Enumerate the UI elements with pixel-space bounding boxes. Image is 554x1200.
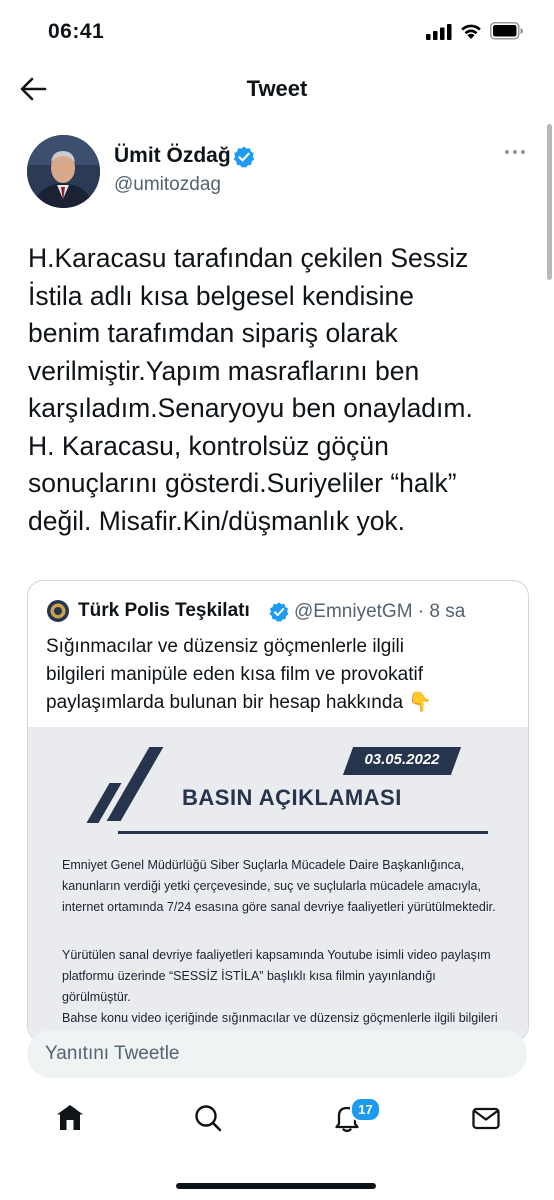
press-release-date: 03.05.2022 <box>364 751 440 768</box>
reply-placeholder: Yanıtını Tweetle <box>45 1043 180 1064</box>
page-title: Tweet <box>246 76 308 101</box>
quote-author-name: Türk Polis Teşkilatı <box>78 600 250 621</box>
press-release-paragraph: Emniyet Genel Müdürlüğü Siber Suçlarla M… <box>62 858 496 914</box>
battery-icon <box>490 22 523 40</box>
top-nav: Tweet <box>0 66 554 112</box>
title-underline <box>118 831 488 834</box>
press-release-title: BASIN AÇIKLAMASI <box>182 785 402 810</box>
quoted-tweet[interactable]: Türk Polis Teşkilatı @EmniyetGM · 8 sa S… <box>27 580 529 1042</box>
notifications-count-badge: 17 <box>350 1097 381 1122</box>
reply-input[interactable]: Yanıtını Tweetle <box>27 1030 527 1078</box>
home-indicator <box>176 1183 376 1189</box>
press-release-paragraph: Yürütülen sanal devriye faaliyetleri kap… <box>62 948 498 1041</box>
status-time: 06:41 <box>48 20 105 43</box>
tweet-text: H.Karacasu tarafından çekilen Sessiz İst… <box>28 243 473 536</box>
quote-verified-badge-icon <box>269 602 289 622</box>
avatar[interactable] <box>27 135 100 208</box>
status-bar: 06:41 <box>0 0 554 64</box>
press-release-image[interactable]: 03.05.2022 BASIN AÇIKLAMASI Emniyet Gene… <box>28 727 528 1041</box>
quote-meta: @EmniyetGM · 8 sa <box>294 601 466 622</box>
author-name[interactable]: Ümit Özdağ <box>114 144 231 168</box>
messages-envelope-icon[interactable] <box>470 1102 502 1134</box>
quote-text: Sığınmacılar ve düzensiz göçmenlerle ilg… <box>46 636 432 713</box>
search-icon[interactable] <box>192 1102 224 1134</box>
cellular-signal-icon <box>426 24 452 40</box>
police-emblem-icon <box>47 600 69 622</box>
verified-badge-icon <box>233 146 255 168</box>
scrollbar[interactable] <box>547 124 552 280</box>
bottom-tab-bar <box>0 1096 554 1156</box>
author-handle[interactable]: @umitozdag <box>114 174 221 196</box>
wifi-icon <box>461 24 481 39</box>
home-icon[interactable] <box>54 1102 86 1134</box>
more-options-icon[interactable] <box>504 148 526 156</box>
